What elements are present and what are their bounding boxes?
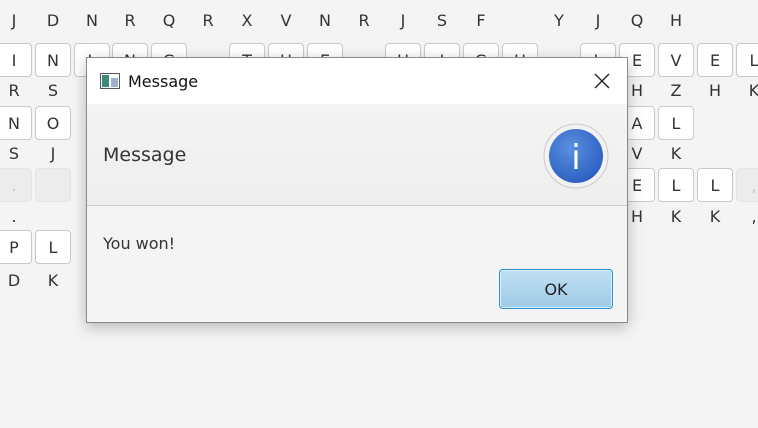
board-letter: Z <box>670 80 682 100</box>
board-letter: Q <box>630 10 644 30</box>
board-letter: S <box>47 80 59 100</box>
close-button[interactable] <box>577 58 627 104</box>
board-letter: V <box>280 10 292 30</box>
board-letter: N <box>319 10 331 30</box>
ok-button[interactable]: OK <box>499 269 613 309</box>
dialog-header: Message i <box>87 104 627 206</box>
letter-tile[interactable]: L <box>35 230 71 264</box>
letter-tile[interactable]: P <box>0 230 32 264</box>
board-letter: R <box>124 10 136 30</box>
board-letter: D <box>7 270 21 290</box>
message-dialog: Message Message i You won! OK <box>86 57 628 323</box>
board-letter: J <box>595 10 601 30</box>
board-letter: F <box>476 10 486 30</box>
board-letter: Q <box>162 10 176 30</box>
info-icon: i <box>543 123 609 189</box>
board-letter: K <box>748 80 758 100</box>
dialog-title-bar[interactable]: Message <box>87 58 627 104</box>
dialog-header-text: Message <box>103 144 187 166</box>
board-row: JDNRQRXVNRJSFYJQH <box>0 0 758 40</box>
board-letter: R <box>202 10 214 30</box>
board-letter: J <box>400 10 406 30</box>
dialog-title: Message <box>128 72 199 91</box>
close-icon <box>594 73 610 89</box>
board-letter: R <box>8 80 20 100</box>
board-letter: R <box>358 10 370 30</box>
board-letter: H <box>708 80 722 100</box>
board-letter: J <box>11 10 17 30</box>
board-letter: X <box>241 10 253 30</box>
dialog-message-text: You won! <box>103 234 176 253</box>
board-letter: S <box>436 10 448 30</box>
board-letter: H <box>669 10 683 30</box>
board-letter: N <box>86 10 98 30</box>
board-letter: D <box>46 10 60 30</box>
board-letter: K <box>47 270 59 290</box>
board-letter: Y <box>554 10 564 30</box>
info-glyph: i <box>571 138 580 178</box>
app-window-icon <box>100 73 120 89</box>
